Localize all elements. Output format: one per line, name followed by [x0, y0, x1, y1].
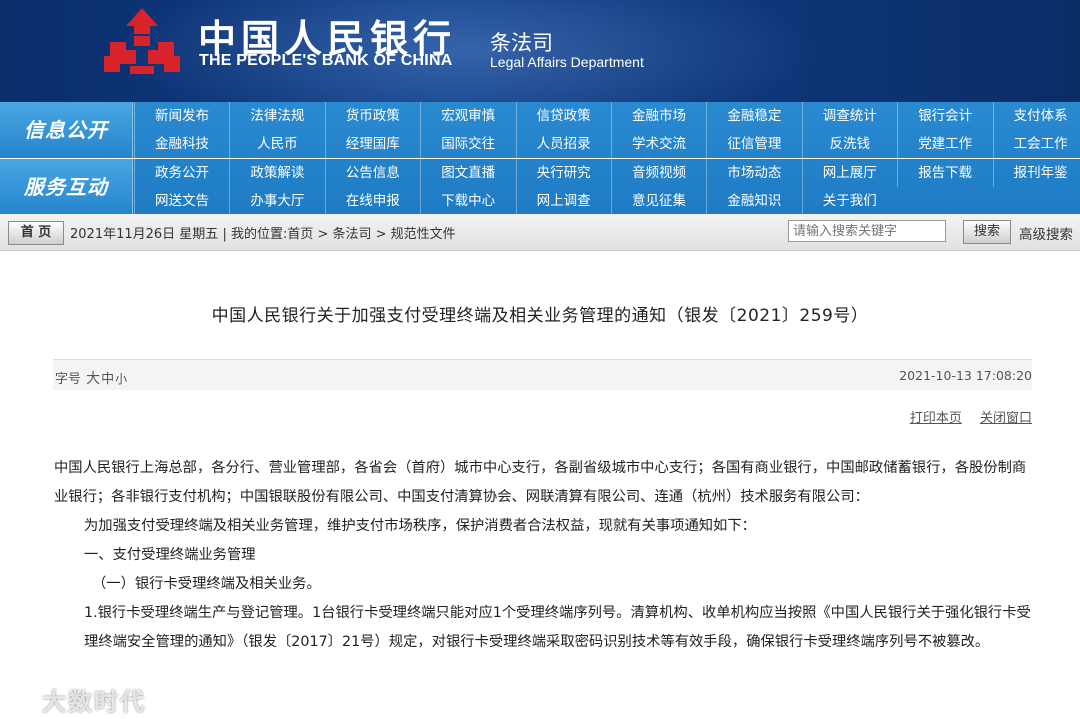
font-size-medium[interactable]: 中 — [101, 372, 114, 387]
article-tools: 打印本页 关闭窗口 — [896, 407, 1032, 426]
current-date: 2021年11月26日 星期五 — [70, 227, 219, 242]
breadcrumb-path[interactable]: 首页 > 条法司 > 规范性文件 — [287, 227, 455, 242]
close-window-link[interactable]: 关闭窗口 — [980, 411, 1032, 426]
department-name-en: Legal Affairs Department — [490, 54, 644, 70]
intro-paragraph: 为加强支付受理终端及相关业务管理，维护支付市场秩序，保护消费者合法权益，现就有关… — [84, 518, 756, 534]
nav-group-info: 信息公开 新闻发布 法律法规 货币政策 宏观审慎 信贷政策 金融市场 金融稳定 调查统计 银行会… — [0, 102, 1080, 158]
nav-item[interactable]: 金融知识 — [706, 187, 801, 215]
nav-item[interactable]: 公告信息 — [324, 159, 420, 187]
nav-item[interactable]: 意见征集 — [611, 187, 706, 215]
nav-items: 新闻发布 法律法规 货币政策 宏观审慎 信贷政策 金融市场 金融稳定 调查统计 银行会计 支付体系… — [134, 102, 1080, 158]
nav-group-service: 服务互动 政务公开 政策解读 公告信息 图文直播 央行研究 音频视频 市场动态 网上展厅 报告下… — [0, 159, 1080, 215]
nav-item[interactable]: 市场动态 — [706, 159, 801, 187]
header-banner: 中国人民银行 THE PEOPLE'S BANK OF CHINA 条法司 Le… — [0, 0, 1080, 102]
font-size-large[interactable]: 大 — [86, 371, 100, 387]
nav-item[interactable]: 货币政策 — [324, 102, 420, 130]
nav-item[interactable]: 政策解读 — [229, 159, 324, 187]
subsection-heading: （一）银行卡受理终端及相关业务。 — [92, 576, 321, 592]
toolbar: 首 页 2021年11月26日 星期五 | 我的位置:首页 > 条法司 > 规范… — [0, 214, 1080, 251]
nav-item[interactable]: 报刊年鉴 — [992, 159, 1080, 187]
article-title: 中国人民银行关于加强支付受理终端及相关业务管理的通知（银发〔2021〕259号） — [211, 306, 869, 326]
search-input[interactable] — [788, 220, 946, 242]
nav-item[interactable]: 网送文告 — [134, 187, 229, 215]
nav-item[interactable]: 调查统计 — [801, 102, 897, 130]
nav-item[interactable]: 央行研究 — [515, 159, 611, 187]
nav-item[interactable]: 网上调查 — [515, 187, 611, 215]
nav-item[interactable]: 图文直播 — [420, 159, 515, 187]
font-size-small[interactable]: 小 — [115, 372, 127, 386]
nav-item[interactable]: 信贷政策 — [515, 102, 611, 130]
nav-item[interactable]: 金融稳定 — [706, 102, 801, 130]
nav-item[interactable]: 工会工作 — [992, 130, 1080, 158]
nav-item[interactable]: 法律法规 — [229, 102, 324, 130]
nav-item[interactable]: 在线申报 — [324, 187, 420, 215]
nav-item[interactable]: 政务公开 — [134, 159, 229, 187]
nav-item[interactable]: 人民币 — [229, 130, 324, 158]
department-name-cn: 条法司 — [490, 31, 553, 55]
pboc-logo-icon[interactable] — [100, 6, 184, 78]
nav-item[interactable]: 音频视频 — [611, 159, 706, 187]
watermark: 大数时代 — [0, 676, 200, 719]
nav-item[interactable]: 关于我们 — [801, 187, 897, 215]
nav-item[interactable]: 反洗钱 — [801, 130, 897, 158]
nav-item[interactable]: 网上展厅 — [801, 159, 897, 187]
nav-group-title[interactable]: 信息公开 — [0, 102, 133, 158]
nav-item[interactable]: 金融科技 — [134, 130, 229, 158]
article-meta-bar: 字号 大中小 2021-10-13 17:08:20 — [53, 359, 1032, 390]
nav-item[interactable]: 学术交流 — [611, 130, 706, 158]
nav-item[interactable]: 征信管理 — [706, 130, 801, 158]
nav-item[interactable]: 党建工作 — [897, 130, 992, 158]
advanced-search-link[interactable]: 高级搜索 — [1019, 223, 1073, 243]
bank-name-en: THE PEOPLE'S BANK OF CHINA — [199, 52, 453, 69]
main-nav: 信息公开 新闻发布 法律法规 货币政策 宏观审慎 信贷政策 金融市场 金融稳定 调查统计 银行会… — [0, 102, 1080, 215]
watermark-text: 大数时代 — [42, 688, 146, 716]
nav-item[interactable]: 报告下载 — [897, 159, 992, 187]
section-heading: 一、支付受理终端业务管理 — [84, 547, 256, 563]
clause-paragraph: 1.银行卡受理终端生产与登记管理。1台银行卡受理终端只能对应1个受理终端序列号。… — [84, 605, 1031, 650]
search-button[interactable]: 搜索 — [963, 220, 1011, 244]
nav-item[interactable]: 金融市场 — [611, 102, 706, 130]
nav-item[interactable]: 下载中心 — [420, 187, 515, 215]
article-body: 中国人民银行上海总部，各分行、营业管理部，各省会（首府）城市中心支行，各副省级城… — [54, 454, 1034, 657]
font-size-controls: 字号 大中小 — [55, 368, 127, 388]
watermark-logo-icon — [8, 688, 42, 708]
font-size-label: 字号 — [55, 372, 82, 387]
nav-item[interactable]: 国际交往 — [420, 130, 515, 158]
home-button[interactable]: 首 页 — [8, 221, 64, 245]
recipients-paragraph: 中国人民银行上海总部，各分行、营业管理部，各省会（首府）城市中心支行，各副省级城… — [54, 460, 1027, 505]
print-link[interactable]: 打印本页 — [910, 411, 962, 426]
nav-group-title[interactable]: 服务互动 — [0, 159, 133, 215]
nav-item[interactable]: 新闻发布 — [134, 102, 229, 130]
nav-items: 政务公开 政策解读 公告信息 图文直播 央行研究 音频视频 市场动态 网上展厅 报告下载 报刊年鉴… — [134, 159, 1080, 215]
nav-item[interactable]: 经理国库 — [324, 130, 420, 158]
nav-item[interactable]: 银行会计 — [897, 102, 992, 130]
nav-item[interactable]: 宏观审慎 — [420, 102, 515, 130]
publish-timestamp: 2021-10-13 17:08:20 — [899, 368, 1032, 383]
nav-item[interactable]: 办事大厅 — [229, 187, 324, 215]
article-content: 中国人民银行关于加强支付受理终端及相关业务管理的通知（银发〔2021〕259号）… — [0, 251, 1080, 719]
breadcrumb: 2021年11月26日 星期五 | 我的位置:首页 > 条法司 > 规范性文件 — [70, 223, 456, 242]
nav-item[interactable]: 支付体系 — [992, 102, 1080, 130]
location-label: | 我的位置: — [222, 227, 288, 242]
nav-item[interactable]: 人员招录 — [515, 130, 611, 158]
